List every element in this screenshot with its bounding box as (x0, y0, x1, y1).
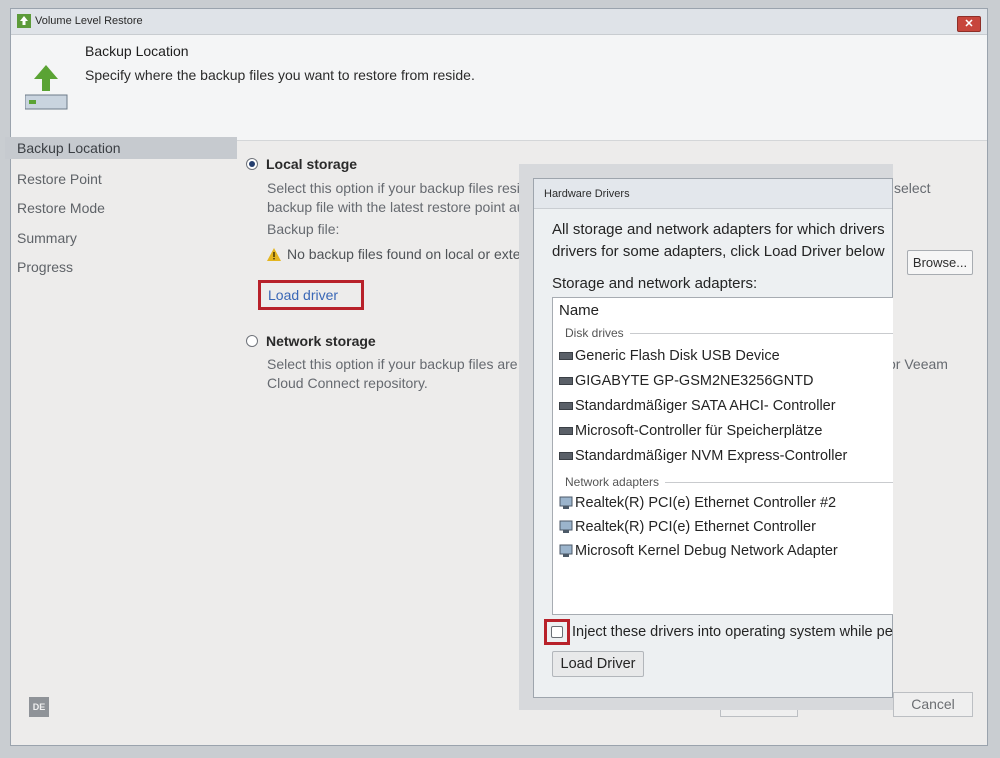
step-restore-point[interactable]: Restore Point (5, 167, 237, 197)
local-storage-label: Local storage (266, 156, 358, 172)
network-adapter-icon (559, 496, 573, 509)
network-storage-radio[interactable] (246, 335, 258, 347)
header-title: Backup Location (85, 43, 189, 59)
local-storage-radio[interactable] (246, 158, 258, 170)
network-adapters-group-label: Network adapters (565, 475, 660, 489)
dialog-frame: Hardware Drivers All storage and network… (533, 178, 893, 698)
network-adapter-icon (559, 520, 573, 533)
wizard-header: Backup Location Specify where the backup… (11, 35, 987, 141)
device-name: Realtek(R) PCI(e) Ethernet Controller #2 (575, 495, 837, 511)
disk-drive-icon (559, 452, 573, 460)
device-name: Microsoft-Controller für Speicherplätze (575, 423, 823, 439)
wizard-steps: Backup Location Restore Point Restore Mo… (5, 137, 237, 285)
cancel-button[interactable]: Cancel (893, 692, 973, 717)
disk-drive-icon (559, 352, 573, 360)
adapter-list-title: Storage and network adapters: (552, 275, 758, 292)
dialog-description: All storage and network adapters for whi… (552, 219, 893, 263)
load-driver-link[interactable]: Load driver (258, 280, 364, 310)
list-item[interactable]: Microsoft-Controller für Speicherplätze (559, 423, 822, 439)
list-item[interactable]: Realtek(R) PCI(e) Ethernet Controller #2 (559, 495, 836, 511)
disk-drive-icon (559, 402, 573, 410)
inject-drivers-option[interactable]: Inject these drivers into operating syst… (544, 619, 893, 645)
disk-drives-group-label: Disk drives (565, 326, 624, 340)
network-desc-tail: or Veeam (888, 356, 948, 372)
restore-arrow-icon (25, 65, 68, 110)
step-restore-mode[interactable]: Restore Mode (5, 196, 237, 226)
inject-checkbox-highlight (544, 619, 570, 645)
column-header-name[interactable]: Name (559, 302, 599, 319)
close-button[interactable]: ✕ (957, 16, 981, 32)
step-summary[interactable]: Summary (5, 226, 237, 256)
warning-row: No backup files found on local or exte (267, 246, 520, 262)
list-item[interactable]: Standardmäßiger SATA AHCI- Controller (559, 398, 836, 414)
disk-drives-group: Disk drives (565, 326, 893, 340)
browse-button[interactable]: Browse... (907, 250, 973, 275)
network-adapters-group: Network adapters (565, 475, 893, 489)
network-storage-label: Network storage (266, 333, 376, 349)
local-desc-tail: select (894, 180, 931, 196)
app-icon (17, 14, 31, 28)
warning-text: No backup files found on local or exte (287, 246, 521, 262)
step-backup-location[interactable]: Backup Location (5, 137, 237, 159)
device-name: Generic Flash Disk USB Device (575, 348, 780, 364)
close-icon: ✕ (964, 18, 974, 30)
hardware-drivers-dialog: Hardware Drivers All storage and network… (519, 164, 893, 710)
device-name: GIGABYTE GP-GSM2NE3256GNTD (575, 373, 814, 389)
network-storage-option[interactable]: Network storage (246, 333, 376, 349)
list-item[interactable]: Generic Flash Disk USB Device (559, 348, 780, 364)
disk-drive-icon (559, 427, 573, 435)
dialog-text-line2: drivers for some adapters, click Load Dr… (552, 243, 885, 260)
local-storage-option[interactable]: Local storage (246, 156, 357, 172)
network-adapter-icon (559, 544, 573, 557)
step-progress[interactable]: Progress (5, 255, 237, 285)
list-item[interactable]: GIGABYTE GP-GSM2NE3256GNTD (559, 373, 814, 389)
device-name: Standardmäßiger SATA AHCI- Controller (575, 398, 836, 414)
disk-drive-icon (559, 377, 573, 385)
list-item[interactable]: Standardmäßiger NVM Express-Controller (559, 448, 847, 464)
device-name: Realtek(R) PCI(e) Ethernet Controller (575, 519, 816, 535)
window-title: Volume Level Restore (35, 15, 143, 27)
header-subtitle: Specify where the backup files you want … (85, 67, 475, 83)
adapter-list[interactable]: Name Disk drives Generic Flash Disk USB … (552, 297, 893, 615)
list-item[interactable]: Realtek(R) PCI(e) Ethernet Controller (559, 519, 816, 535)
list-item[interactable]: Microsoft Kernel Debug Network Adapter (559, 543, 838, 559)
dialog-title: Hardware Drivers (534, 179, 892, 209)
title-bar: Volume Level Restore ✕ (11, 9, 987, 35)
device-name: Microsoft Kernel Debug Network Adapter (575, 543, 838, 559)
inject-drivers-checkbox[interactable] (551, 626, 563, 638)
dialog-text-line1: All storage and network adapters for whi… (552, 221, 885, 238)
keyboard-language-badge[interactable]: DE (29, 697, 49, 717)
warning-icon (267, 247, 281, 261)
load-driver-button[interactable]: Load Driver (552, 651, 644, 677)
inject-drivers-label: Inject these drivers into operating syst… (572, 624, 893, 640)
device-name: Standardmäßiger NVM Express-Controller (575, 448, 848, 464)
